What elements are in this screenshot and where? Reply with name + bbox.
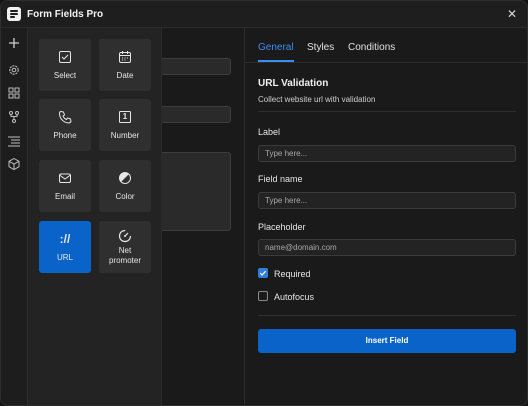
tab-general[interactable]: General	[258, 42, 294, 53]
blocks-icon[interactable]	[7, 86, 21, 100]
field-name-label: Field name	[258, 174, 303, 184]
divider	[258, 315, 516, 316]
placeholder-input[interactable]	[258, 239, 516, 256]
field-tile-number[interactable]: 1 Number	[99, 99, 151, 151]
field-tile-color[interactable]: Color	[99, 160, 151, 212]
tab-styles[interactable]: Styles	[307, 42, 334, 53]
field-tile-label: Number	[110, 131, 140, 140]
close-icon[interactable]: ✕	[503, 5, 521, 23]
field-tile-date[interactable]: Date	[99, 39, 151, 91]
indent-list-icon[interactable]	[7, 134, 21, 148]
cube-icon[interactable]	[7, 157, 21, 171]
plus-icon[interactable]	[7, 36, 21, 50]
label-field-label: Label	[258, 127, 281, 137]
app-window: Form Fields Pro ✕ Select Date Phone 1 Nu…	[0, 0, 528, 406]
field-tile-label: Select	[53, 71, 77, 80]
placeholder-field-label: Placeholder	[258, 222, 306, 232]
field-type-picker: Select Date Phone 1 Number Email Color :…	[28, 28, 162, 405]
canvas-input[interactable]	[156, 58, 231, 75]
field-name-input[interactable]	[258, 192, 516, 209]
insert-field-button[interactable]: Insert Field	[258, 329, 516, 353]
tab-conditions[interactable]: Conditions	[348, 42, 395, 53]
required-checkbox[interactable]	[258, 268, 268, 278]
field-tile-label: Phone	[53, 131, 77, 140]
gear-icon[interactable]	[7, 63, 21, 77]
tree-icon[interactable]	[7, 110, 21, 124]
url-icon: ://	[59, 232, 71, 246]
canvas-input[interactable]	[156, 106, 231, 123]
calendar-icon	[119, 51, 131, 63]
field-tile-email[interactable]: Email	[39, 160, 91, 212]
color-wheel-icon	[119, 172, 131, 184]
envelope-icon	[59, 173, 71, 183]
left-rail	[1, 28, 28, 405]
app-logo-icon	[7, 7, 21, 21]
section-title: URL Validation	[258, 78, 329, 89]
field-tile-label: Email	[54, 192, 75, 201]
canvas-textarea[interactable]	[156, 152, 231, 231]
field-tile-phone[interactable]: Phone	[39, 99, 91, 151]
field-tile-label: URL	[56, 253, 73, 262]
field-tile-label: Net promoter	[108, 246, 141, 265]
autofocus-checkbox[interactable]	[258, 291, 268, 301]
required-label: Required	[274, 269, 311, 279]
field-tile-select[interactable]: Select	[39, 39, 91, 91]
checkmark-icon	[259, 270, 267, 276]
settings-panel: General Styles Conditions URL Validation…	[244, 28, 527, 405]
field-tile-label: Color	[115, 192, 135, 201]
app-title: Form Fields Pro	[27, 9, 104, 20]
divider	[245, 62, 527, 63]
number-glyph: 1	[122, 112, 128, 121]
field-tile-label: Date	[116, 71, 134, 80]
checkbox-icon	[59, 51, 71, 63]
field-tile-url[interactable]: :// URL	[39, 221, 91, 273]
title-bar: Form Fields Pro ✕	[1, 1, 527, 28]
section-description: Collect website url with validation	[258, 95, 376, 104]
autofocus-label: Autofocus	[274, 292, 315, 302]
field-tile-net-promoter[interactable]: Net promoter	[99, 221, 151, 273]
gauge-icon	[118, 229, 132, 243]
phone-icon	[58, 110, 72, 124]
label-input[interactable]	[258, 145, 516, 162]
divider	[258, 111, 516, 112]
